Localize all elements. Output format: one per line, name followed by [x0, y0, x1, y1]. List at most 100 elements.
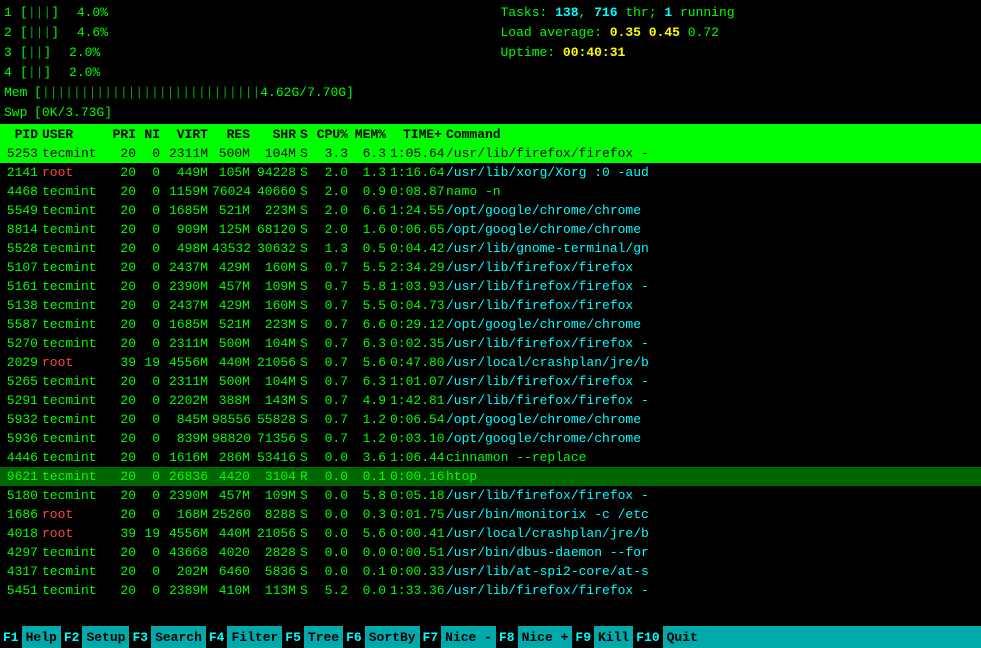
user: tecmint	[42, 317, 112, 332]
res: 521M	[212, 317, 254, 332]
table-row[interactable]: 9621 tecmint 20 0 26836 4420 3104 R 0.0 …	[0, 467, 981, 486]
cpu-section: 1[|||]4.0%2[|||]4.6%3[||]2.0%4[||]2.0% M…	[4, 2, 481, 122]
footer-key: F3	[129, 626, 151, 648]
time: 0:47.80	[390, 355, 446, 370]
table-row[interactable]: 5451 tecmint 20 0 2389M 410M 113M S 5.2 …	[0, 581, 981, 600]
header-command: Command	[446, 127, 977, 142]
shr: 104M	[254, 336, 300, 351]
command: /usr/lib/firefox/firefox -	[446, 146, 977, 161]
table-row[interactable]: 8814 tecmint 20 0 909M 125M 68120 S 2.0 …	[0, 220, 981, 239]
res: 6460	[212, 564, 254, 579]
pri: 20	[112, 260, 140, 275]
table-row[interactable]: 5291 tecmint 20 0 2202M 388M 143M S 0.7 …	[0, 391, 981, 410]
header-ni: NI	[140, 127, 164, 142]
state: S	[300, 336, 314, 351]
ni: 0	[140, 374, 164, 389]
table-row[interactable]: 5936 tecmint 20 0 839M 98820 71356 S 0.7…	[0, 429, 981, 448]
res: 43532	[212, 241, 254, 256]
virt: 2311M	[164, 374, 212, 389]
state: S	[300, 203, 314, 218]
table-row[interactable]: 5587 tecmint 20 0 1685M 521M 223M S 0.7 …	[0, 315, 981, 334]
pid: 5549	[4, 203, 42, 218]
ni: 0	[140, 583, 164, 598]
cpu: 0.7	[314, 393, 352, 408]
footer-item-kill[interactable]: F9Kill	[572, 626, 633, 648]
table-row[interactable]: 4297 tecmint 20 0 43668 4020 2828 S 0.0 …	[0, 543, 981, 562]
table-row[interactable]: 5138 tecmint 20 0 2437M 429M 160M S 0.7 …	[0, 296, 981, 315]
table-row[interactable]: 5932 tecmint 20 0 845M 98556 55828 S 0.7…	[0, 410, 981, 429]
time: 2:34.29	[390, 260, 446, 275]
state: S	[300, 184, 314, 199]
table-row[interactable]: 5265 tecmint 20 0 2311M 500M 104M S 0.7 …	[0, 372, 981, 391]
command: /usr/bin/dbus-daemon --for	[446, 545, 977, 560]
table-row[interactable]: 5549 tecmint 20 0 1685M 521M 223M S 2.0 …	[0, 201, 981, 220]
state: S	[300, 374, 314, 389]
table-row[interactable]: 4468 tecmint 20 0 1159M 76024 40660 S 2.…	[0, 182, 981, 201]
virt: 498M	[164, 241, 212, 256]
footer: F1HelpF2SetupF3SearchF4FilterF5TreeF6Sor…	[0, 626, 981, 648]
user: tecmint	[42, 203, 112, 218]
footer-item-nice +[interactable]: F8Nice +	[496, 626, 572, 648]
time: 1:03.93	[390, 279, 446, 294]
table-row[interactable]: 5270 tecmint 20 0 2311M 500M 104M S 0.7 …	[0, 334, 981, 353]
footer-item-quit[interactable]: F10Quit	[633, 626, 702, 648]
ni: 0	[140, 184, 164, 199]
user: root	[42, 526, 112, 541]
pid: 8814	[4, 222, 42, 237]
swp-label: Swp	[4, 105, 34, 120]
time: 0:00.16	[390, 469, 446, 484]
footer-item-help[interactable]: F1Help	[0, 626, 61, 648]
footer-item-search[interactable]: F3Search	[129, 626, 205, 648]
command: htop	[446, 469, 977, 484]
cpu-row-1: 1[|||]4.0%	[4, 2, 481, 22]
user: root	[42, 165, 112, 180]
virt: 909M	[164, 222, 212, 237]
time: 0:02.35	[390, 336, 446, 351]
pri: 20	[112, 298, 140, 313]
pid: 2141	[4, 165, 42, 180]
cpu: 0.7	[314, 412, 352, 427]
command: /usr/lib/firefox/firefox -	[446, 279, 977, 294]
table-row[interactable]: 5253 tecmint 20 0 2311M 500M 104M S 3.3 …	[0, 144, 981, 163]
cpu: 0.7	[314, 355, 352, 370]
table-row[interactable]: 1686 root 20 0 168M 25260 8288 S 0.0 0.3…	[0, 505, 981, 524]
table-row[interactable]: 2029 root 39 19 4556M 440M 21056 S 0.7 5…	[0, 353, 981, 372]
time: 0:04.73	[390, 298, 446, 313]
table-row[interactable]: 4317 tecmint 20 0 202M 6460 5836 S 0.0 0…	[0, 562, 981, 581]
mem: 0.9	[352, 184, 390, 199]
table-row[interactable]: 4018 root 39 19 4556M 440M 21056 S 0.0 5…	[0, 524, 981, 543]
virt: 1685M	[164, 203, 212, 218]
ni: 0	[140, 507, 164, 522]
table-row[interactable]: 5161 tecmint 20 0 2390M 457M 109M S 0.7 …	[0, 277, 981, 296]
footer-item-sortby[interactable]: F6SortBy	[343, 626, 419, 648]
state: S	[300, 260, 314, 275]
pid: 4297	[4, 545, 42, 560]
footer-item-nice -[interactable]: F7Nice -	[420, 626, 496, 648]
table-row[interactable]: 4446 tecmint 20 0 1616M 286M 53416 S 0.0…	[0, 448, 981, 467]
res: 4020	[212, 545, 254, 560]
shr: 143M	[254, 393, 300, 408]
mem: 1.3	[352, 165, 390, 180]
pid: 4018	[4, 526, 42, 541]
cpu: 0.0	[314, 488, 352, 503]
footer-item-setup[interactable]: F2Setup	[61, 626, 130, 648]
table-row[interactable]: 5180 tecmint 20 0 2390M 457M 109M S 0.0 …	[0, 486, 981, 505]
footer-item-tree[interactable]: F5Tree	[282, 626, 343, 648]
footer-label: Filter	[227, 626, 282, 648]
table-row[interactable]: 2141 root 20 0 449M 105M 94228 S 2.0 1.3…	[0, 163, 981, 182]
pri: 20	[112, 450, 140, 465]
ni: 0	[140, 469, 164, 484]
virt: 4556M	[164, 355, 212, 370]
footer-item-filter[interactable]: F4Filter	[206, 626, 282, 648]
shr: 223M	[254, 203, 300, 218]
ni: 0	[140, 241, 164, 256]
pri: 20	[112, 374, 140, 389]
time: 0:00.51	[390, 545, 446, 560]
shr: 8288	[254, 507, 300, 522]
shr: 223M	[254, 317, 300, 332]
footer-key: F2	[61, 626, 83, 648]
table-row[interactable]: 5528 tecmint 20 0 498M 43532 30632 S 1.3…	[0, 239, 981, 258]
table-row[interactable]: 5107 tecmint 20 0 2437M 429M 160M S 0.7 …	[0, 258, 981, 277]
header-res: RES	[212, 127, 254, 142]
mem: 1.2	[352, 412, 390, 427]
